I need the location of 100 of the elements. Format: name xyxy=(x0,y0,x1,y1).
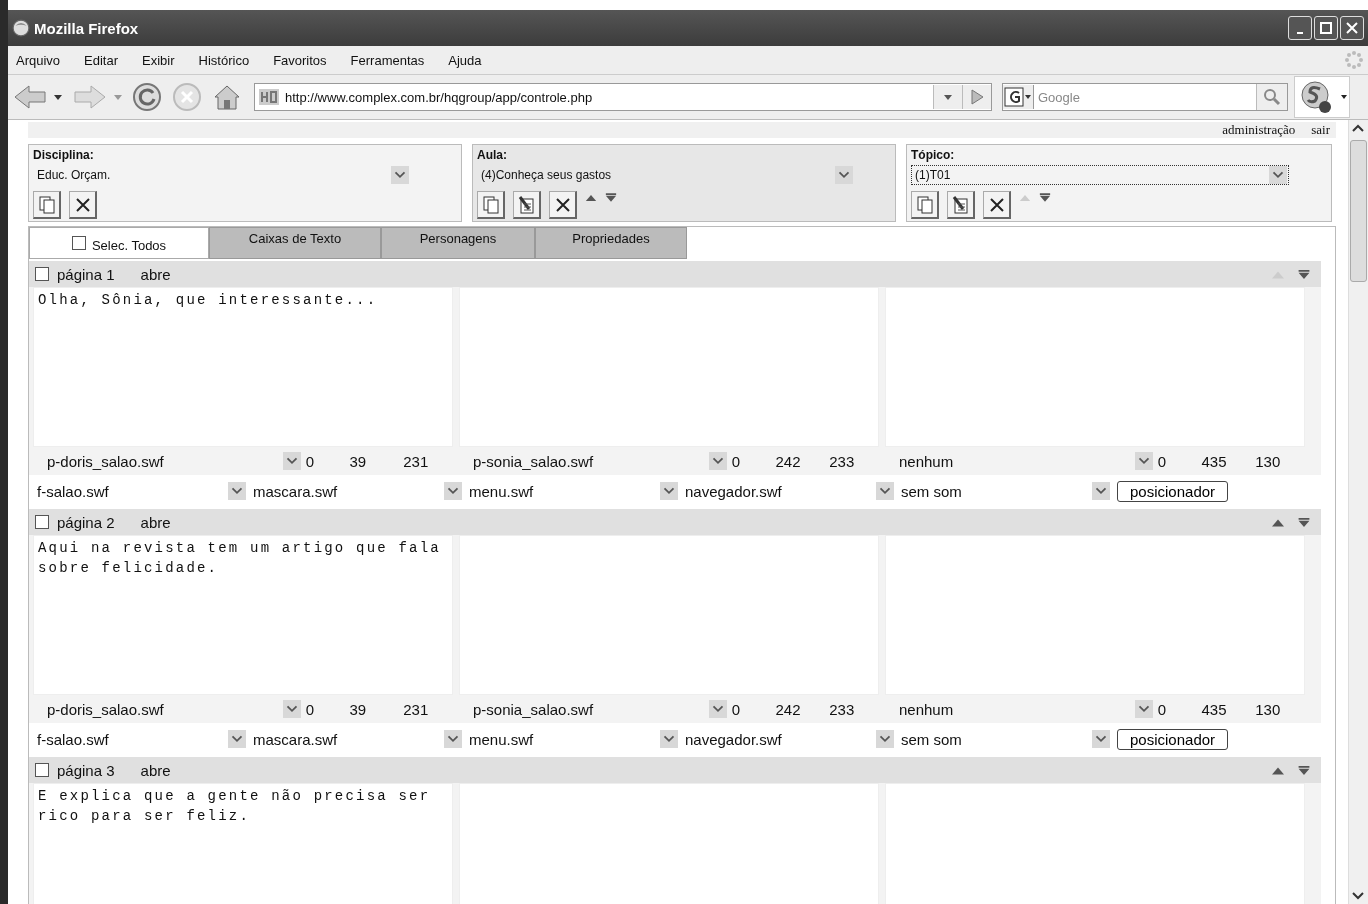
header-link[interactable]: administração xyxy=(1222,122,1296,138)
y-field[interactable]: 233 xyxy=(825,700,879,718)
x-field[interactable]: 435 xyxy=(1197,700,1252,718)
menu-item[interactable]: Histórico xyxy=(198,52,250,68)
move-down-icon[interactable] xyxy=(1297,517,1311,527)
throbber-icon xyxy=(1344,50,1364,70)
move-down-icon[interactable] xyxy=(605,193,617,202)
select-all-control[interactable]: Selec. Todos xyxy=(29,227,209,259)
dropdown-icon[interactable] xyxy=(933,85,962,109)
chevron-down-icon xyxy=(707,700,728,718)
file-dropdown[interactable]: f-salao.swf xyxy=(37,730,247,748)
positioner-button[interactable]: posicionador xyxy=(1117,480,1229,502)
menu-item[interactable]: Ajuda xyxy=(448,52,482,68)
tab[interactable]: Caixas de Texto xyxy=(209,227,381,259)
move-up-icon[interactable] xyxy=(1271,517,1285,527)
scroll-thumb[interactable] xyxy=(1350,140,1367,282)
move-up-icon[interactable] xyxy=(585,193,597,202)
file-dropdown[interactable]: sem som xyxy=(901,482,1111,500)
checkbox[interactable] xyxy=(35,763,49,777)
menu-item[interactable]: Editar xyxy=(84,52,119,68)
character-dropdown[interactable]: p-doris_salao.swf xyxy=(47,700,302,718)
move-down-icon[interactable] xyxy=(1297,269,1311,279)
x-field[interactable]: 242 xyxy=(771,700,826,718)
text-area[interactable]: Olha, Sônia, que interessante... xyxy=(33,287,453,447)
dropdown-field[interactable]: (1)T01 xyxy=(911,165,1289,185)
file-dropdown[interactable]: menu.swf xyxy=(469,482,679,500)
x-field[interactable]: 39 xyxy=(345,700,400,718)
text-area[interactable]: E explica que a gente não precisa ser rico para ser feliz. xyxy=(33,783,453,904)
file-dropdown[interactable]: navegador.swf xyxy=(685,482,895,500)
delete-button[interactable] xyxy=(983,191,1011,219)
character-dropdown[interactable]: p-sonia_salao.swf xyxy=(473,452,728,470)
text-area[interactable]: Aqui na revista tem um artigo que fala sobre felicidade. xyxy=(33,535,453,695)
close-button[interactable] xyxy=(1340,16,1364,40)
x-field[interactable]: 435 xyxy=(1197,452,1252,470)
menu-item[interactable]: Exibir xyxy=(142,52,175,68)
file-dropdown[interactable]: f-salao.swf xyxy=(37,482,247,500)
panel-label: Tópico: xyxy=(911,148,956,162)
tab[interactable]: Personagens xyxy=(381,227,535,259)
y-field[interactable]: 231 xyxy=(399,452,453,470)
checkbox[interactable] xyxy=(35,515,49,529)
minimize-button[interactable] xyxy=(1288,16,1312,40)
file-dropdown[interactable]: navegador.swf xyxy=(685,730,895,748)
header-link[interactable]: sair xyxy=(1311,122,1330,138)
search-icon[interactable] xyxy=(1256,84,1287,110)
number-field[interactable]: 0 xyxy=(301,452,346,470)
checkbox[interactable] xyxy=(35,267,49,281)
move-down-icon[interactable] xyxy=(1297,765,1311,775)
maximize-button[interactable] xyxy=(1314,16,1338,40)
delete-button[interactable] xyxy=(549,191,577,219)
menu-item[interactable]: Favoritos xyxy=(273,52,327,68)
open-link[interactable]: abre xyxy=(140,761,171,779)
delete-button[interactable] xyxy=(69,191,97,219)
menu-item[interactable]: Arquivo xyxy=(16,52,61,68)
copy-button[interactable] xyxy=(33,191,61,219)
number-field[interactable]: 0 xyxy=(727,700,772,718)
copy-button[interactable] xyxy=(911,191,939,219)
character-dropdown[interactable]: nenhum xyxy=(899,700,1154,718)
y-field[interactable]: 130 xyxy=(1251,700,1305,718)
x-field[interactable]: 242 xyxy=(771,452,826,470)
number-field[interactable]: 0 xyxy=(301,700,346,718)
x-field[interactable]: 39 xyxy=(345,452,400,470)
dropdown-field[interactable]: Educ. Orçam. xyxy=(33,165,411,185)
search-field[interactable]: Google xyxy=(1002,83,1288,111)
edit-button[interactable] xyxy=(947,191,975,219)
move-up-icon[interactable] xyxy=(1271,765,1285,775)
positioner-button[interactable]: posicionador xyxy=(1117,728,1229,750)
character-dropdown[interactable]: p-sonia_salao.swf xyxy=(473,700,728,718)
file-dropdown[interactable]: mascara.swf xyxy=(253,482,463,500)
edit-button[interactable] xyxy=(513,191,541,219)
caret-icon[interactable] xyxy=(54,94,62,100)
y-field[interactable]: 231 xyxy=(399,700,453,718)
go-icon[interactable] xyxy=(962,85,991,109)
number-field[interactable]: 0 xyxy=(727,452,772,470)
chevron-down-icon xyxy=(227,730,247,748)
file-dropdown[interactable]: sem som xyxy=(901,730,1111,748)
select-all-label: Selec. Todos xyxy=(91,237,167,253)
number-field[interactable]: 0 xyxy=(1153,700,1198,718)
file-dropdown[interactable]: menu.swf xyxy=(469,730,679,748)
move-down-icon[interactable] xyxy=(1039,193,1051,202)
phone-icon[interactable] xyxy=(1294,76,1350,118)
open-link[interactable]: abre xyxy=(140,265,171,283)
y-field[interactable]: 130 xyxy=(1251,452,1305,470)
menu-item[interactable]: Ferramentas xyxy=(350,52,425,68)
search-engine-icon[interactable] xyxy=(1003,85,1034,109)
chevron-down-icon xyxy=(227,482,247,500)
reload-icon[interactable] xyxy=(132,82,162,112)
chevron-down-icon xyxy=(1091,482,1111,500)
back-arrow-icon[interactable] xyxy=(12,84,48,110)
tab[interactable]: Propriedades xyxy=(535,227,687,259)
dropdown-field[interactable]: (4)Conheça seus gastos xyxy=(477,165,855,185)
y-field[interactable]: 233 xyxy=(825,452,879,470)
character-dropdown[interactable]: nenhum xyxy=(899,452,1154,470)
url-field[interactable]: http://www.complex.com.br/hqgroup/app/controle.php xyxy=(254,83,992,111)
number-field[interactable]: 0 xyxy=(1153,452,1198,470)
file-dropdown[interactable]: mascara.swf xyxy=(253,730,463,748)
checkbox[interactable] xyxy=(71,236,86,250)
open-link[interactable]: abre xyxy=(140,513,171,531)
character-dropdown[interactable]: p-doris_salao.swf xyxy=(47,452,302,470)
scrollbar[interactable] xyxy=(1348,120,1368,904)
copy-button[interactable] xyxy=(477,191,505,219)
